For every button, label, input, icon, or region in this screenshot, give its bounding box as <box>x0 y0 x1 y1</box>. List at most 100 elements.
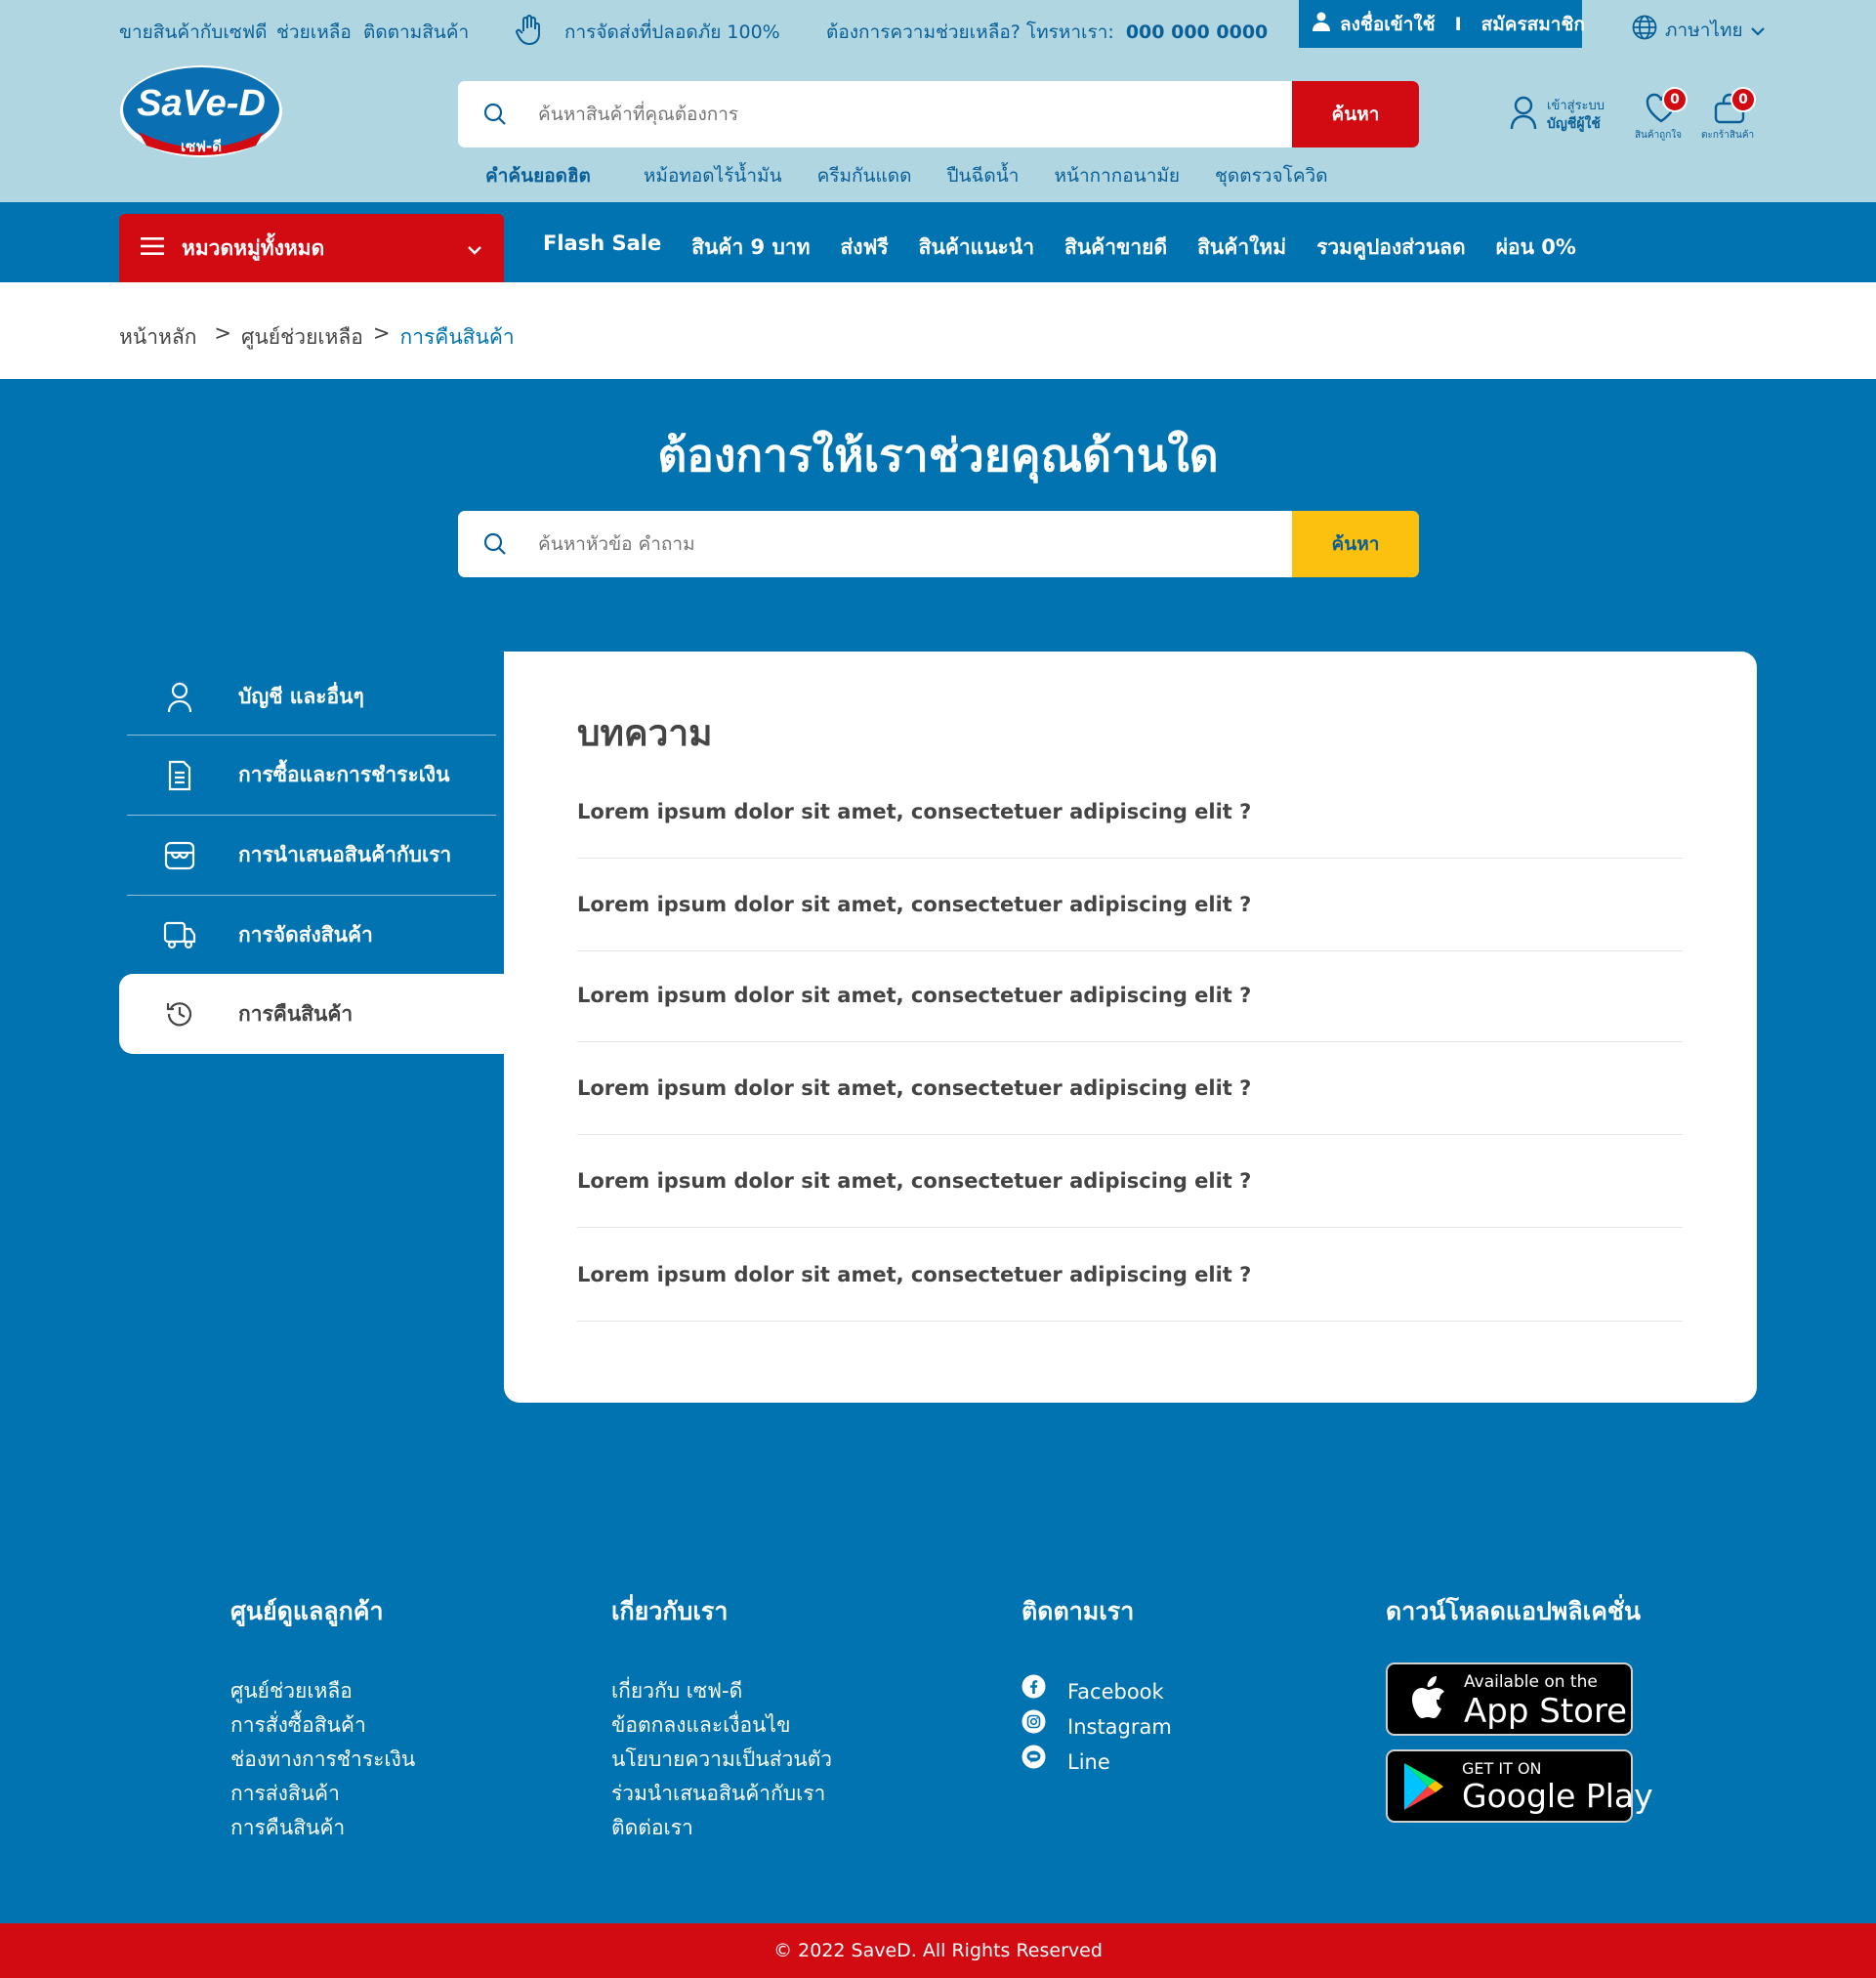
footer-heading: เกี่ยวกับเรา <box>611 1597 729 1625</box>
app-store-big: App Store <box>1464 1692 1628 1731</box>
instagram-link[interactable]: Instagram <box>1021 1709 1172 1745</box>
main-nav: หมวดหมู่ทั้งหมด Flash Sale สินค้า 9 บาท … <box>0 202 1876 282</box>
logo-sub-text: เซฟ-ดี <box>181 138 222 155</box>
footer-heading: ดาวน์โหลดแอปพลิเคชั่น <box>1386 1597 1641 1625</box>
footer-link[interactable]: ศูนย์ช่วยเหลือ <box>230 1674 415 1708</box>
sell-with-saved-link[interactable]: ขายสินค้ากับเซฟดี <box>119 18 268 47</box>
auth-divider: I <box>1454 13 1462 35</box>
language-selector[interactable]: ภาษาไทย <box>1632 15 1765 45</box>
copyright-bar: © 2022 SaveD. All Rights Reserved <box>0 1923 1876 1978</box>
register-link[interactable]: สมัครสมาชิก <box>1481 10 1585 39</box>
footer-link[interactable]: ติดต่อเรา <box>611 1811 832 1845</box>
hot-keyword[interactable]: ชุดตรวจโควิด <box>1215 161 1328 190</box>
nav-links: Flash Sale สินค้า 9 บาท ส่งฟรี สินค้าแนะ… <box>543 231 1576 264</box>
nav-free-shipping[interactable]: ส่งฟรี <box>840 231 888 264</box>
instagram-label: Instagram <box>1067 1714 1172 1739</box>
footer-link[interactable]: เกี่ยวกับ เซฟ-ดี <box>611 1674 832 1708</box>
hot-keywords: คำค้นยอดฮิต หม้อทอดไร้น้ำมัน ครีมกันแดด … <box>485 161 1328 190</box>
instagram-icon <box>1021 1709 1046 1745</box>
facebook-icon <box>1021 1674 1046 1709</box>
footer-link[interactable]: ช่องทางการชำระเงิน <box>230 1743 415 1777</box>
article-link[interactable]: Lorem ipsum dolor sit amet, consectetuer… <box>577 1228 1683 1322</box>
footer-link[interactable]: นโยบายความเป็นส่วนตัว <box>611 1743 832 1777</box>
nav-flash-sale[interactable]: Flash Sale <box>543 231 661 264</box>
cart-count-badge: 0 <box>1730 87 1756 112</box>
article-link[interactable]: Lorem ipsum dolor sit amet, consectetuer… <box>577 949 1683 1042</box>
footer-link[interactable]: การส่งสินค้า <box>230 1777 415 1811</box>
sidebar-item-shipping[interactable]: การจัดส่งสินค้า <box>127 896 496 974</box>
help-link[interactable]: ช่วยเหลือ <box>276 18 352 47</box>
cart-button[interactable]: 0 ตะกร้าสินค้า <box>1701 87 1756 143</box>
sidebar-item-label: บัญชี และอื่นๆ <box>238 685 364 708</box>
apple-icon <box>1407 1674 1446 1727</box>
help-label: ต้องการความช่วยเหลือ? โทรหาเรา: <box>826 21 1114 43</box>
nav-9-baht[interactable]: สินค้า 9 บาท <box>691 231 810 264</box>
menu-icon <box>141 236 164 260</box>
footer-app-download: ดาวน์โหลดแอปพลิเคชั่น Available on the A… <box>1386 1592 1653 1836</box>
safe-hand-icon <box>516 14 547 51</box>
app-store-button[interactable]: Available on the App Store <box>1386 1662 1633 1736</box>
footer-link[interactable]: ข้อตกลงและเงื่อนไข <box>611 1708 832 1743</box>
safe-delivery-text: การจัดส่งที่ปลอดภัย 100% <box>564 21 780 43</box>
all-categories-button[interactable]: หมวดหมู่ทั้งหมด <box>119 214 504 282</box>
all-categories-label: หมวดหมู่ทั้งหมด <box>182 235 325 260</box>
breadcrumb-home[interactable]: หน้าหลัก <box>119 321 196 354</box>
line-link[interactable]: Line <box>1021 1745 1172 1780</box>
nav-best-sellers[interactable]: สินค้าขายดี <box>1064 231 1167 264</box>
article-link[interactable]: Lorem ipsum dolor sit amet, consectetuer… <box>577 1042 1683 1135</box>
article-link[interactable]: Lorem ipsum dolor sit amet, consectetuer… <box>577 859 1683 951</box>
sidebar-item-sell-with-us[interactable]: การนำเสนอสินค้ากับเรา <box>127 816 496 896</box>
product-search-bar: ค้นหา <box>458 81 1419 147</box>
line-icon <box>1021 1745 1046 1780</box>
breadcrumb-help-center[interactable]: ศูนย์ช่วยเหลือ <box>241 321 363 354</box>
nav-recommended[interactable]: สินค้าแนะนำ <box>919 231 1034 264</box>
help-search-input[interactable] <box>538 511 1251 577</box>
breadcrumb-separator: > <box>372 321 391 345</box>
line-label: Line <box>1067 1749 1110 1774</box>
account-user-icon <box>1510 96 1537 135</box>
sidebar-item-account[interactable]: บัญชี และอื่นๆ <box>127 659 496 736</box>
wishlist-button[interactable]: 0 สินค้าถูกใจ <box>1635 87 1688 143</box>
sidebar-item-returns[interactable]: การคืนสินค้า <box>119 974 504 1054</box>
article-link[interactable]: Lorem ipsum dolor sit amet, consectetuer… <box>577 766 1683 859</box>
track-order-link[interactable]: ติดตามสินค้า <box>363 18 469 47</box>
facebook-link[interactable]: Facebook <box>1021 1674 1172 1709</box>
account-line2: บัญชีผู้ใช้ <box>1547 116 1601 132</box>
hot-keyword[interactable]: ครีมกันแดด <box>817 161 912 190</box>
hot-keyword[interactable]: หน้ากากอนามัย <box>1054 161 1180 190</box>
footer-link[interactable]: ร่วมนำเสนอสินค้ากับเรา <box>611 1777 832 1811</box>
google-play-big: Google Play <box>1462 1777 1653 1815</box>
google-play-button[interactable]: GET IT ON Google Play <box>1386 1749 1653 1823</box>
hot-keyword[interactable]: หม้อทอดไร้น้ำมัน <box>644 161 782 190</box>
sidebar-item-label: การนำเสนอสินค้ากับเรา <box>238 843 452 866</box>
footer-link[interactable]: การสั่งซื้อสินค้า <box>230 1708 415 1743</box>
help-search-bar: ค้นหา <box>458 511 1419 577</box>
help-search-button[interactable]: ค้นหา <box>1292 511 1419 577</box>
logo-brand-text: SaVe-D <box>137 83 266 124</box>
breadcrumb-current: การคืนสินค้า <box>399 325 515 349</box>
google-play-icon <box>1401 1761 1446 1816</box>
product-search-input[interactable] <box>538 81 1251 147</box>
help-phone-text: ต้องการความช่วยเหลือ? โทรหาเรา: 000 000 … <box>826 18 1268 47</box>
account-button[interactable]: เข้าสู่ระบบ บัญชีผู้ใช้ <box>1510 96 1605 135</box>
truck-icon <box>160 920 199 949</box>
product-search-button[interactable]: ค้นหา <box>1292 81 1419 147</box>
user-icon <box>1313 12 1330 36</box>
hot-keyword[interactable]: ปืนฉีดน้ำ <box>946 161 1019 190</box>
sidebar-item-label: การซื้อและการชำระเงิน <box>238 763 450 786</box>
phone-number[interactable]: 000 000 0000 <box>1126 21 1268 43</box>
search-icon <box>483 532 507 560</box>
sidebar-item-payment[interactable]: การซื้อและการชำระเงิน <box>127 736 496 816</box>
globe-icon <box>1632 15 1657 45</box>
document-icon <box>160 759 199 792</box>
article-link[interactable]: Lorem ipsum dolor sit amet, consectetuer… <box>577 1135 1683 1228</box>
nav-installment[interactable]: ผ่อน 0% <box>1496 231 1576 264</box>
nav-new-products[interactable]: สินค้าใหม่ <box>1197 231 1286 264</box>
login-link[interactable]: ลงชื่อเข้าใช้ <box>1340 10 1436 39</box>
nav-coupons[interactable]: รวมคูปองส่วนลด <box>1316 231 1466 264</box>
breadcrumb: หน้าหลัก > ศูนย์ช่วยเหลือ > การคืนสินค้า <box>119 321 515 354</box>
breadcrumb-separator: > <box>214 321 232 345</box>
footer-link[interactable]: การคืนสินค้า <box>230 1811 415 1845</box>
chevron-down-icon <box>1750 20 1765 41</box>
saved-logo[interactable]: SaVe-D เซฟ-ดี <box>119 63 283 159</box>
